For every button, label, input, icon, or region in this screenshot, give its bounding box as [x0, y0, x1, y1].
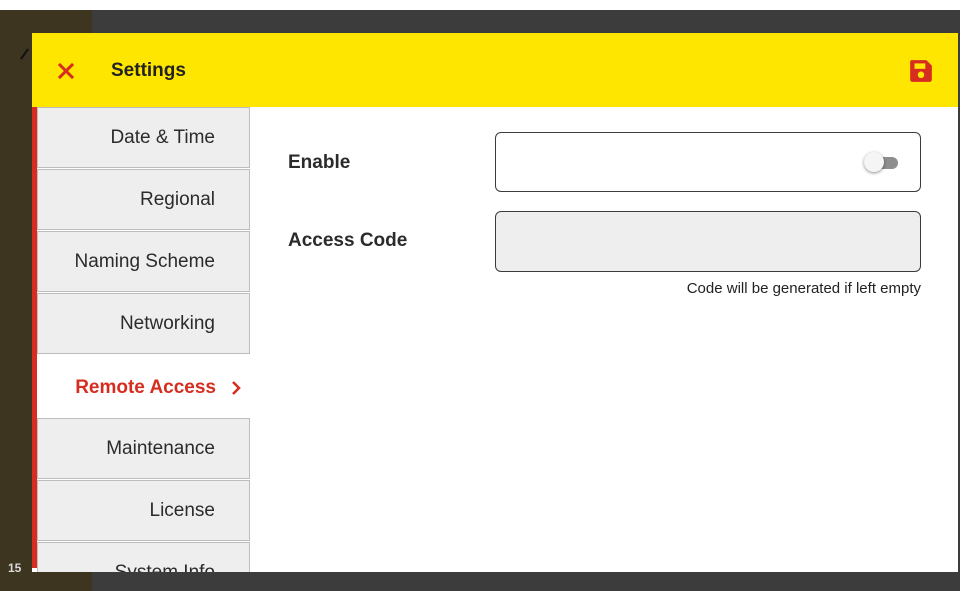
- access-code-hint: Code will be generated if left empty: [686, 280, 921, 297]
- sidebar-item-label: Date & Time: [110, 126, 215, 148]
- sidebar-item-naming-scheme[interactable]: Naming Scheme: [37, 231, 250, 292]
- access-code-label: Access Code: [288, 230, 408, 251]
- sidebar-item-system-info[interactable]: System Info: [37, 542, 250, 572]
- sidebar-item-label: Naming Scheme: [74, 250, 215, 272]
- sidebar-item-label: Remote Access: [75, 376, 216, 398]
- sidebar-accent-bar: [32, 107, 37, 568]
- sidebar-item-license[interactable]: License: [37, 480, 250, 541]
- sidebar-item-label: System Info: [114, 561, 215, 573]
- enable-field[interactable]: [495, 132, 921, 192]
- sidebar-item-label: Networking: [119, 312, 215, 334]
- close-icon[interactable]: [54, 59, 78, 83]
- save-icon[interactable]: [908, 58, 934, 84]
- sidebar-item-networking[interactable]: Networking: [37, 293, 250, 354]
- dialog-header: Settings: [32, 33, 958, 107]
- chevron-right-icon: [232, 381, 241, 395]
- access-code-input[interactable]: [495, 211, 921, 272]
- background-glyph: [20, 48, 29, 60]
- sidebar-item-remote-access[interactable]: Remote Access: [37, 357, 250, 418]
- toggle-knob: [864, 152, 884, 172]
- sidebar-item-label: License: [149, 499, 216, 521]
- settings-sidebar: Date & Time Regional Naming Scheme Netwo…: [32, 107, 251, 572]
- enable-toggle[interactable]: [864, 152, 898, 172]
- enable-label: Enable: [288, 152, 351, 173]
- sidebar-item-date-time[interactable]: Date & Time: [37, 107, 250, 168]
- dialog-title: Settings: [111, 60, 186, 81]
- sidebar-item-label: Maintenance: [106, 437, 215, 459]
- sidebar-item-label: Regional: [140, 188, 215, 210]
- sidebar-item-regional[interactable]: Regional: [37, 169, 250, 230]
- sidebar-item-maintenance[interactable]: Maintenance: [37, 418, 250, 479]
- background-counter: 15: [8, 561, 22, 575]
- settings-dialog: Settings Date & Time Regional Naming Sch…: [32, 33, 958, 572]
